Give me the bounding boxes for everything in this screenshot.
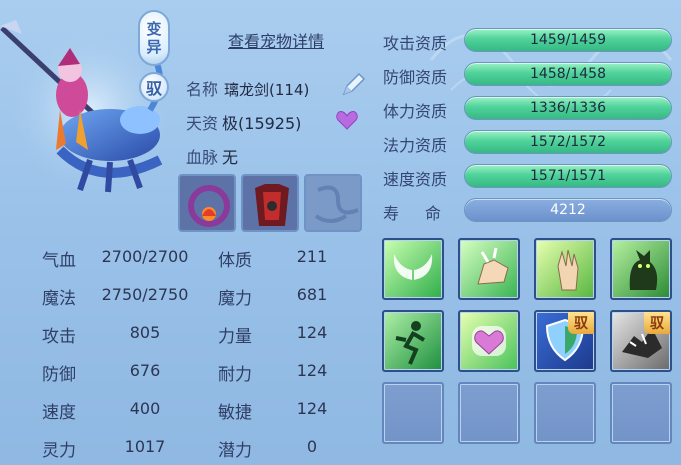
skill-slot-2[interactable] [458,238,520,300]
lifespan-bar: 4212 [464,198,672,222]
purple-heart-icon[interactable] [336,110,358,130]
pet-talent-label: 天资 [186,114,219,133]
heart-icon [472,326,506,356]
pet-bloodline-value: 无 [222,148,239,167]
aptitude-bar-attack: 1459/1459 [464,28,672,52]
ride-badge: 驭 [139,72,169,102]
spiked-collar-icon [180,176,234,230]
stat-value-mp: 2750/2750 [101,285,189,304]
skill-slot-9-empty[interactable] [382,382,444,444]
ride-skill-tag: 驭 [568,312,594,334]
skill-slot-10-empty[interactable] [458,382,520,444]
attr-label-magic: 魔力 [218,289,252,309]
aptitude-bar-speed: 1571/1571 [464,164,672,188]
stat-label-speed: 速度 [42,403,76,423]
attr-label-potential: 潜力 [218,441,252,461]
equipment-slot-collar[interactable] [178,174,236,232]
red-armor-icon [243,176,297,230]
aptitude-value-mana: 1572/1572 [530,134,606,150]
view-pet-details-link[interactable]: 查看宠物详情 [228,28,324,52]
attr-value-potential: 0 [306,437,318,456]
aptitude-label-stamina: 体力资质 [383,102,448,121]
stat-label-mp: 魔法 [42,289,76,309]
finger-snap-icon [477,247,509,285]
lifespan-label: 寿命 [383,204,468,223]
pet-bloodline-label: 血脉 [186,148,219,167]
stat-value-attack: 805 [129,323,161,342]
aptitude-value-defense: 1458/1458 [530,66,606,82]
pet-talent-value: 极(15925) [222,114,302,133]
attr-label-constitution: 体质 [218,251,252,271]
aptitude-label-attack: 攻击资质 [383,34,448,53]
mutant-badge-char-2: 异 [146,38,162,56]
ride-skill-tag: 驭 [644,312,670,334]
aptitude-bar-defense: 1458/1458 [464,62,672,86]
raised-palm-icon [557,249,579,291]
aptitude-label-speed: 速度资质 [383,170,448,189]
rename-pen-icon[interactable] [340,72,366,98]
stat-value-speed: 400 [129,399,161,418]
stat-value-spirit: 1017 [124,437,166,456]
stat-label-hp: 气血 [42,251,76,271]
equipment-slot-empty[interactable] [304,174,362,232]
pet-bloodline-row: 血脉无 [186,144,238,168]
aptitude-label-mana: 法力资质 [383,136,448,155]
skill-slot-1[interactable] [382,238,444,300]
aptitude-label-defense: 防御资质 [383,68,448,87]
mutant-badge-char-1: 变 [146,20,162,38]
skill-slot-4[interactable] [610,238,672,300]
attr-value-strength: 124 [296,323,328,342]
skill-slot-3[interactable] [534,238,596,300]
empty-slot-swirl-icon [306,176,360,230]
skill-slot-7[interactable]: 驭 [534,310,596,372]
angel-wings-icon [393,254,433,280]
lifespan-value: 4212 [550,202,586,218]
aptitude-value-attack: 1459/1459 [530,32,606,48]
equipment-slot-armor[interactable] [241,174,299,232]
stat-value-defense: 676 [129,361,161,380]
ride-badge-label: 驭 [145,79,162,98]
attr-value-constitution: 211 [296,247,328,266]
stat-label-attack: 攻击 [42,327,76,347]
stat-value-hp: 2700/2700 [101,247,189,266]
skill-slot-5[interactable] [382,310,444,372]
attr-label-agility: 敏捷 [218,403,252,423]
pet-name-value: 璃龙剑(114) [224,81,310,99]
aptitude-value-stamina: 1336/1336 [530,100,606,116]
aptitude-value-speed: 1571/1571 [530,168,606,184]
attr-label-strength: 力量 [218,327,252,347]
attr-value-endurance: 124 [296,361,328,380]
pet-name-row: 名称 璃龙剑(114) [186,76,309,100]
skill-slot-6[interactable] [458,310,520,372]
pet-name-label: 名称 [186,80,219,99]
stat-label-defense: 防御 [42,365,76,385]
aptitude-bar-stamina: 1336/1336 [464,96,672,120]
pet-talent-row: 天资 极(15925) [186,110,301,134]
skill-slot-8[interactable]: 驭 [610,310,672,372]
attr-value-magic: 681 [296,285,328,304]
stat-label-spirit: 灵力 [42,441,76,461]
attr-value-agility: 124 [296,399,328,418]
skill-slot-11-empty[interactable] [534,382,596,444]
aptitude-bar-mana: 1572/1572 [464,130,672,154]
skill-slot-12-empty[interactable] [610,382,672,444]
pet-portrait: 变 异 驭 [0,0,180,200]
shadow-cat-icon [629,250,658,290]
attr-label-endurance: 耐力 [218,365,252,385]
mutant-badge: 变 异 [138,10,170,66]
running-figure-icon [395,321,426,365]
